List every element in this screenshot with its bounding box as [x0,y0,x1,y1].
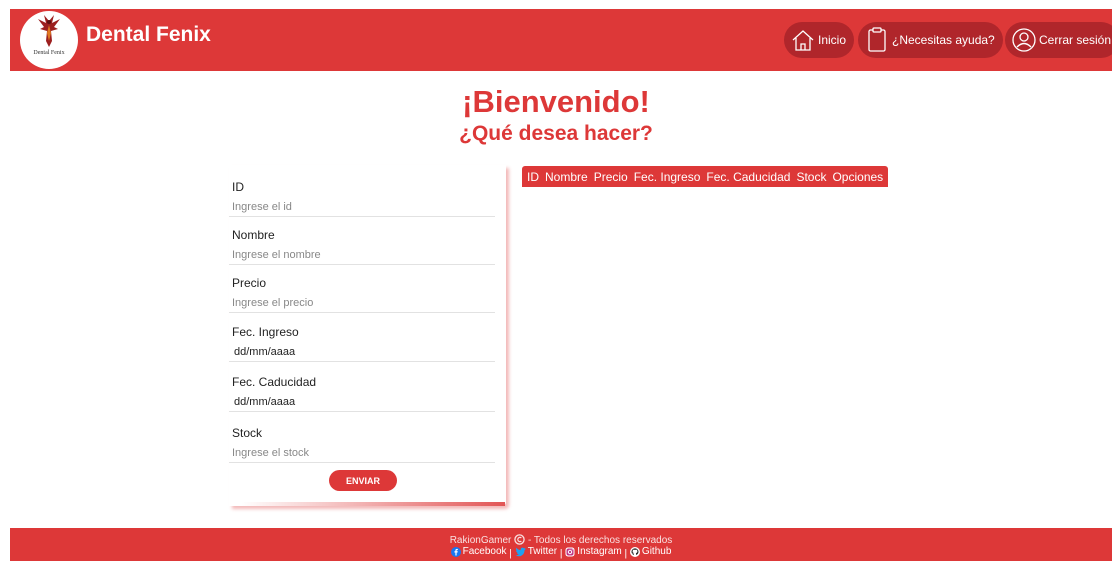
col-nombre: Nombre [545,169,588,184]
product-form: ID Nombre Precio Fec. Ingreso dd/mm/aaaa… [229,165,506,506]
nav-ayuda-button[interactable]: ¿Necesitas ayuda? [858,22,1003,58]
nombre-label: Nombre [232,228,275,242]
twitter-link[interactable]: Twitter [515,546,557,557]
instagram-icon [565,547,575,556]
col-id: ID [527,169,539,184]
field-fec-ingreso: Fec. Ingreso dd/mm/aaaa [229,313,495,362]
nav-ayuda-label: ¿Necesitas ayuda? [892,33,995,47]
col-fec-caducidad: Fec. Caducidad [706,169,791,184]
id-label: ID [232,180,244,194]
logo[interactable]: Dental Fenix [20,11,78,69]
page-title: ¡Bienvenido! [462,84,650,119]
nav-inicio-button[interactable]: Inicio [784,22,855,58]
user-icon [1012,28,1036,52]
stock-label: Stock [232,426,263,440]
instagram-link[interactable]: Instagram [565,546,622,557]
nav-inicio-label: Inicio [818,33,847,47]
col-opciones: Opciones [832,169,884,184]
footer: RakionGamer - Todos los derechos reserva… [10,528,1112,561]
page-subtitle: ¿Qué desea hacer? [459,122,653,145]
footer-separator: | [557,548,566,560]
github-icon [629,546,640,557]
nombre-input[interactable] [232,249,487,261]
footer-author: RakionGamer [449,535,512,546]
products-table-header: ID Nombre Precio Fec. Ingreso Fec. Caduc… [522,166,889,187]
nav-cerrar-sesion-label: Cerrar sesión [1039,33,1112,47]
fec-caducidad-label: Fec. Caducidad [232,375,317,389]
fec-ingreso-label: Fec. Ingreso [232,325,299,339]
field-id: ID [229,168,495,217]
col-precio: Precio [593,169,628,184]
footer-social-links: Facebook | Twitter | Instagram | Github [10,546,1112,560]
fec-caducidad-date-input[interactable]: dd/mm/aaaa [234,396,295,408]
github-link[interactable]: Github [629,546,671,557]
precio-input[interactable] [232,297,487,309]
top-navbar: Dental Fenix Dental Fenix Inicio ¿Necesi… [10,9,1112,71]
field-fec-caducidad: Fec. Caducidad dd/mm/aaaa [229,363,495,412]
field-stock: Stock [229,414,495,463]
footer-separator: | [506,548,515,560]
brand-title[interactable]: Dental Fenix [86,23,211,47]
home-icon [792,30,814,51]
nav-cerrar-sesion-button[interactable]: Cerrar sesión [1005,22,1112,58]
field-nombre: Nombre [229,216,495,265]
footer-copyright: RakionGamer - Todos los derechos reserva… [10,534,1112,546]
field-precio: Precio [229,264,495,313]
phoenix-icon [38,15,60,47]
facebook-link[interactable]: Facebook [450,546,507,557]
precio-label: Precio [232,276,267,290]
form-accent-bar [241,502,505,506]
copyright-icon [514,534,525,545]
footer-rights: - Todos los derechos reservados [525,535,673,546]
twitter-icon [515,547,526,556]
footer-separator: | [621,548,630,560]
enviar-button[interactable]: ENVIAR [329,470,397,491]
logo-text: Dental Fenix [33,50,65,56]
clipboard-icon [868,27,886,52]
facebook-icon [450,546,461,557]
id-input[interactable] [232,201,487,213]
stock-input[interactable] [232,447,487,459]
col-fec-ingreso: Fec. Ingreso [633,169,701,184]
col-stock: Stock [796,169,827,184]
fec-ingreso-date-input[interactable]: dd/mm/aaaa [234,346,295,358]
